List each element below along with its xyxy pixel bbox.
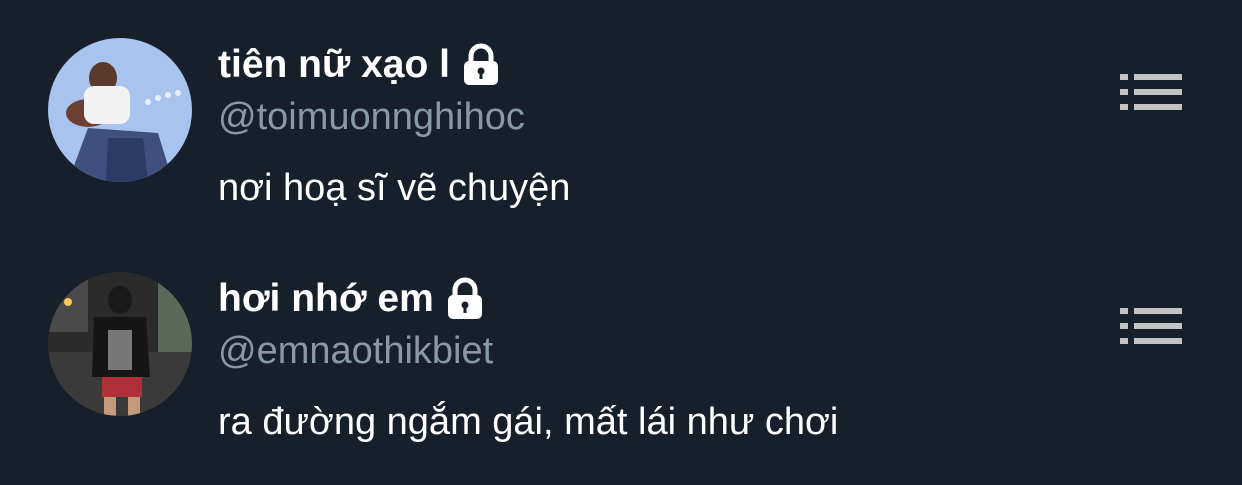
display-name[interactable]: tiên nữ xạo l — [218, 41, 502, 89]
lock-icon — [460, 43, 502, 87]
lock-icon — [444, 277, 486, 321]
user-row[interactable]: tiên nữ xạo l @toimuonnghihoc nơi hoạ sĩ… — [0, 0, 1242, 230]
avatar[interactable] — [48, 38, 192, 182]
user-bio: ra đường ngắm gái, mất lái như chơi — [218, 401, 839, 443]
user-handle: @emnaothikbiet — [218, 330, 494, 372]
avatar-photo-icon — [48, 38, 192, 182]
user-row[interactable]: hơi nhớ em @emnaothikbiet ra đường ngắm … — [0, 234, 1242, 464]
display-name-text[interactable]: tiên nữ xạo l — [218, 41, 450, 89]
user-handle: @toimuonnghihoc — [218, 96, 525, 138]
list-menu-icon[interactable] — [1118, 72, 1184, 112]
avatar-photo-icon — [48, 272, 192, 416]
avatar[interactable] — [48, 272, 192, 416]
list-menu-icon[interactable] — [1118, 306, 1184, 346]
user-bio: nơi hoạ sĩ vẽ chuyện — [218, 167, 571, 209]
display-name-text[interactable]: hơi nhớ em — [218, 275, 434, 323]
display-name[interactable]: hơi nhớ em — [218, 275, 486, 323]
user-list: tiên nữ xạo l @toimuonnghihoc nơi hoạ sĩ… — [0, 0, 1242, 485]
